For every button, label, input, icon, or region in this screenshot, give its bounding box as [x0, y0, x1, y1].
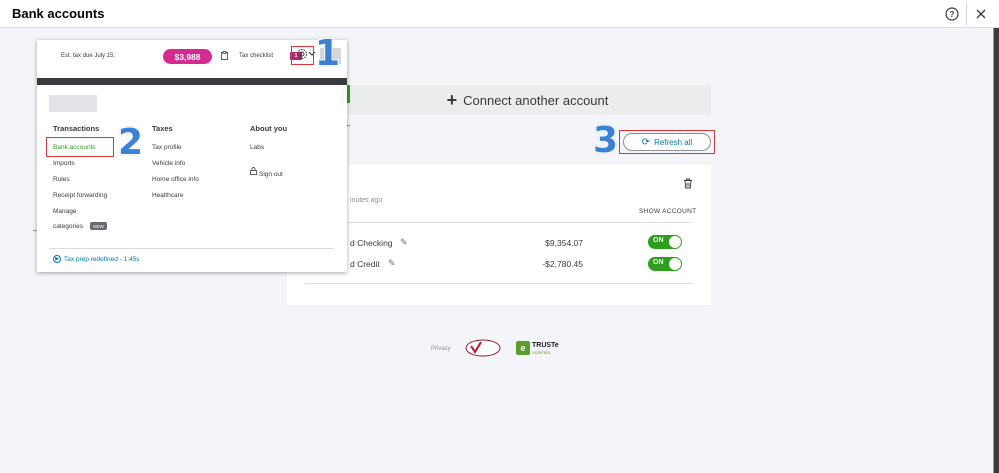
- menu-item-bank-accounts[interactable]: Bank accounts: [53, 144, 96, 151]
- tax-prep-video-link[interactable]: ▶ Tax prep redefined - 1:45s: [53, 255, 140, 263]
- pencil-icon[interactable]: ✎: [388, 258, 396, 269]
- menu-item-home-office-info[interactable]: Home office info: [152, 176, 199, 183]
- step-number-3: 3: [593, 120, 619, 161]
- account-balance: $9,354.07: [545, 238, 583, 248]
- menu-item-receipt-forwarding[interactable]: Receipt forwarding: [53, 192, 107, 199]
- plus-icon: +: [446, 89, 458, 110]
- step-number-2: 2: [118, 122, 144, 163]
- updated-text: inutes ago: [350, 197, 383, 204]
- lock-icon: [250, 167, 257, 177]
- menu-heading-taxes: Taxes: [152, 124, 173, 133]
- menu-item-categories[interactable]: categories: [53, 223, 83, 230]
- divider: [305, 222, 693, 223]
- divider: [49, 248, 334, 249]
- connect-another-account-button[interactable]: + Connect another account: [344, 85, 711, 115]
- show-account-toggle[interactable]: ON: [648, 257, 682, 271]
- new-badge: NEW: [90, 222, 107, 230]
- menu-item-healthcare[interactable]: Healthcare: [152, 192, 183, 199]
- dropdown-header-bar: [37, 78, 347, 85]
- toggle-knob: [669, 258, 681, 270]
- toggle-label: ON: [653, 237, 664, 244]
- menu-item-manage[interactable]: Manage: [53, 208, 77, 215]
- connect-label: Connect another account: [463, 92, 609, 108]
- account-name: d Checking: [350, 238, 393, 248]
- account-name: d Credit: [350, 259, 380, 269]
- tax-prep-link-label: Tax prep redefined - 1:45s: [64, 255, 140, 263]
- toggle-label: ON: [653, 259, 664, 266]
- menu-item-rules[interactable]: Rules: [53, 176, 70, 183]
- page-title: Bank accounts: [12, 6, 105, 21]
- refresh-icon: ⟳: [641, 136, 651, 148]
- divider: [305, 283, 693, 284]
- toggle-knob: [669, 236, 681, 248]
- menu-item-vehicle-info[interactable]: Vehicle info: [152, 160, 185, 167]
- refresh-label: Refresh all: [654, 137, 693, 147]
- accounts-card: [287, 165, 711, 305]
- refresh-all-button[interactable]: ⟳ Refresh all: [623, 133, 711, 151]
- menu-item-labs[interactable]: Labs: [250, 144, 264, 151]
- truste-name: TRUSTe: [532, 341, 559, 349]
- show-account-header: SHOW ACCOUNT: [639, 208, 697, 215]
- menu-item-imports[interactable]: Imports: [53, 160, 75, 167]
- pencil-icon[interactable]: ✎: [400, 237, 408, 248]
- tax-checklist-button[interactable]: Tax checklist: [239, 53, 273, 59]
- show-account-toggle[interactable]: ON: [648, 235, 682, 249]
- gear-icon[interactable]: [296, 48, 308, 63]
- truste-badge: e TRUSTe VERIFIED: [516, 341, 559, 355]
- help-icon[interactable]: ?: [942, 4, 962, 24]
- step-number-1: 1: [315, 33, 341, 74]
- company-name-placeholder: [49, 95, 97, 112]
- est-tax-label: Est. tax due July 15:: [61, 53, 116, 59]
- play-icon: ▶: [53, 255, 61, 263]
- privacy-link[interactable]: Privacy: [431, 346, 451, 352]
- verisign-logo: [465, 339, 501, 357]
- truste-icon: e: [516, 341, 530, 355]
- menu-item-sign-out[interactable]: Sign out: [259, 171, 283, 178]
- est-tax-amount[interactable]: $3,988: [163, 49, 212, 64]
- modal-header: Bank accounts ?: [0, 0, 999, 28]
- trash-icon[interactable]: [683, 178, 693, 192]
- menu-heading-about-you: About you: [250, 124, 288, 133]
- svg-text:?: ?: [950, 10, 955, 19]
- menu-heading-transactions: Transactions: [53, 124, 100, 133]
- divider: [33, 230, 37, 231]
- account-balance: -$2,780.45: [542, 259, 583, 269]
- header-separator: [966, 2, 967, 26]
- scrollbar[interactable]: [994, 28, 999, 473]
- close-icon[interactable]: [971, 4, 991, 24]
- menu-item-tax-profile[interactable]: Tax profile: [152, 144, 182, 151]
- truste-sub: VERIFIED: [532, 349, 551, 355]
- clipboard-icon: [221, 51, 228, 62]
